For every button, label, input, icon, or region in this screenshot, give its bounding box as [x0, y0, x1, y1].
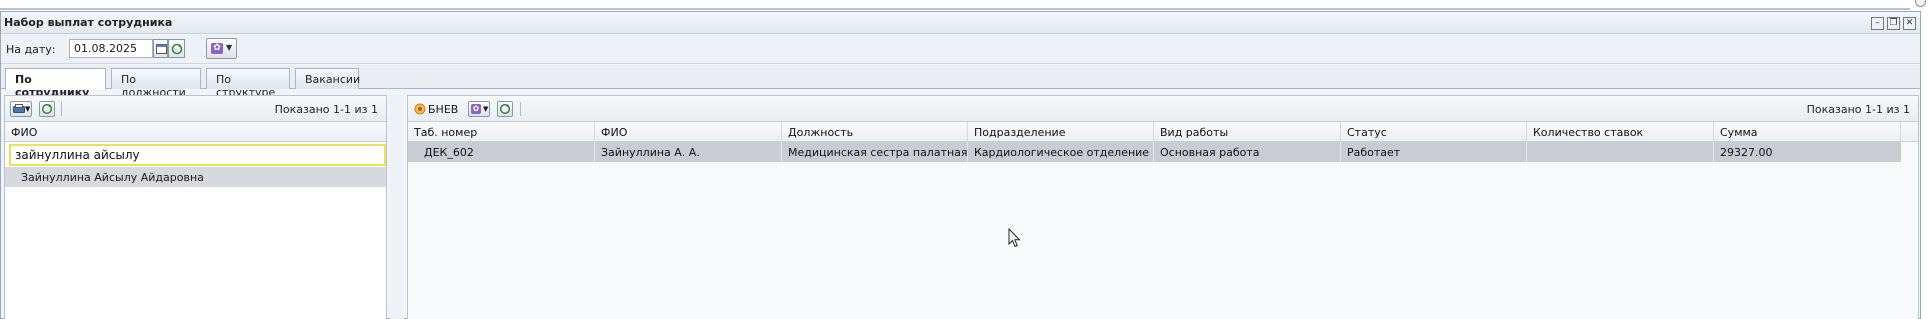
table-row[interactable]: ДЕК_602 Зайнуллина А. А. Медицинская сес… [408, 142, 1901, 162]
window-title: Набор выплат сотрудника [4, 16, 173, 29]
right-actions-menu-button[interactable]: ✿ ▼ [468, 101, 490, 117]
bnev-button[interactable]: БНЕВ [428, 103, 458, 116]
left-column-header: ФИО [5, 122, 386, 142]
column-department[interactable]: Подразделение [968, 122, 1154, 142]
refresh-icon [499, 103, 511, 115]
bnev-icon [414, 103, 426, 115]
chevron-down-icon: ▼ [483, 105, 489, 113]
column-position[interactable]: Должность [782, 122, 968, 142]
toolbar-separator [520, 102, 521, 116]
left-shown-count: Показано 1-1 из 1 [274, 103, 378, 116]
cell-department: Кардиологическое отделение №3 [968, 142, 1154, 162]
cell-fio: Зайнуллина А. А. [595, 142, 782, 162]
cell-sum: 29327.00 [1720, 146, 1773, 159]
print-icon [13, 104, 25, 113]
cell-rate-count [1527, 142, 1714, 162]
right-shown-count: Показано 1-1 из 1 [1806, 103, 1910, 116]
minimize-icon[interactable]: – [1871, 17, 1884, 30]
top-strip [0, 0, 1929, 11]
payments-window: Набор выплат сотрудника – ❐ ✕ На дату: 0… [0, 11, 1921, 319]
gear-icon: ✿ [471, 104, 481, 114]
cell-status: Работает [1341, 142, 1527, 162]
tab-by-position[interactable]: По должности [111, 68, 201, 99]
date-toolbar: На дату: 01.08.2025 ✿ ▼ [1, 35, 1920, 64]
column-fio[interactable]: ФИО [5, 122, 386, 142]
right-refresh-button[interactable] [497, 101, 513, 117]
print-menu-button[interactable]: ▼ [10, 101, 32, 117]
top-circle-icon[interactable] [1915, 0, 1926, 7]
tab-vacancies[interactable]: Вакансии [295, 68, 360, 89]
left-toolbar: ▼ Показано 1-1 из 1 [5, 96, 386, 122]
window-titlebar: Набор выплат сотрудника – ❐ ✕ [1, 12, 1920, 34]
date-refresh-button[interactable] [168, 39, 185, 58]
right-column-header: Таб. номер ФИО Должность Подразделение В… [408, 122, 1918, 142]
fio-search-input[interactable]: зайнуллина айсылу [9, 144, 386, 166]
tab-by-structure[interactable]: По структуре [206, 68, 290, 99]
chevron-down-icon: ▼ [226, 43, 233, 52]
column-sum[interactable]: Сумма [1714, 122, 1901, 142]
left-refresh-button[interactable] [39, 101, 55, 117]
cell-tab-number: ДЕК_602 [408, 142, 595, 162]
refresh-icon [41, 103, 53, 115]
toolbar-separator [61, 102, 62, 116]
cell-position: Медицинская сестра палатная (… [782, 142, 968, 162]
column-work-type[interactable]: Вид работы [1154, 122, 1341, 142]
restore-icon[interactable]: ❐ [1887, 17, 1900, 30]
top-rule [0, 8, 1910, 10]
tab-by-employee[interactable]: По сотруднику [5, 68, 106, 99]
column-status[interactable]: Статус [1341, 122, 1527, 142]
date-input[interactable]: 01.08.2025 [69, 39, 153, 58]
assignments-panel: БНЕВ ✿ ▼ Показано 1-1 из 1 Таб. номер ФИ… [407, 95, 1919, 319]
list-item[interactable]: Зайнуллина Айсылу Айдаровна [5, 167, 386, 187]
tab-strip: По сотруднику По должности По структуре … [1, 65, 1920, 99]
column-rate-count[interactable]: Количество ставок [1527, 122, 1714, 142]
cell-work-type: Основная работа [1154, 142, 1341, 162]
column-tab-number[interactable]: Таб. номер [408, 122, 595, 142]
column-fio[interactable]: ФИО [595, 122, 782, 142]
calendar-button[interactable] [153, 39, 168, 58]
right-toolbar: БНЕВ ✿ ▼ Показано 1-1 из 1 [408, 96, 1918, 122]
actions-menu-button[interactable]: ✿ ▼ [206, 38, 237, 59]
close-icon[interactable]: ✕ [1903, 17, 1916, 30]
gear-icon: ✿ [211, 43, 223, 54]
employee-search-panel: ▼ Показано 1-1 из 1 ФИО зайнуллина айсыл… [4, 95, 387, 319]
refresh-icon [171, 43, 183, 55]
mouse-cursor-icon [1008, 228, 1021, 248]
date-label: На дату: [6, 43, 56, 56]
chevron-down-icon: ▼ [25, 105, 31, 113]
panel-splitter[interactable] [390, 95, 404, 319]
calendar-icon [156, 44, 167, 54]
